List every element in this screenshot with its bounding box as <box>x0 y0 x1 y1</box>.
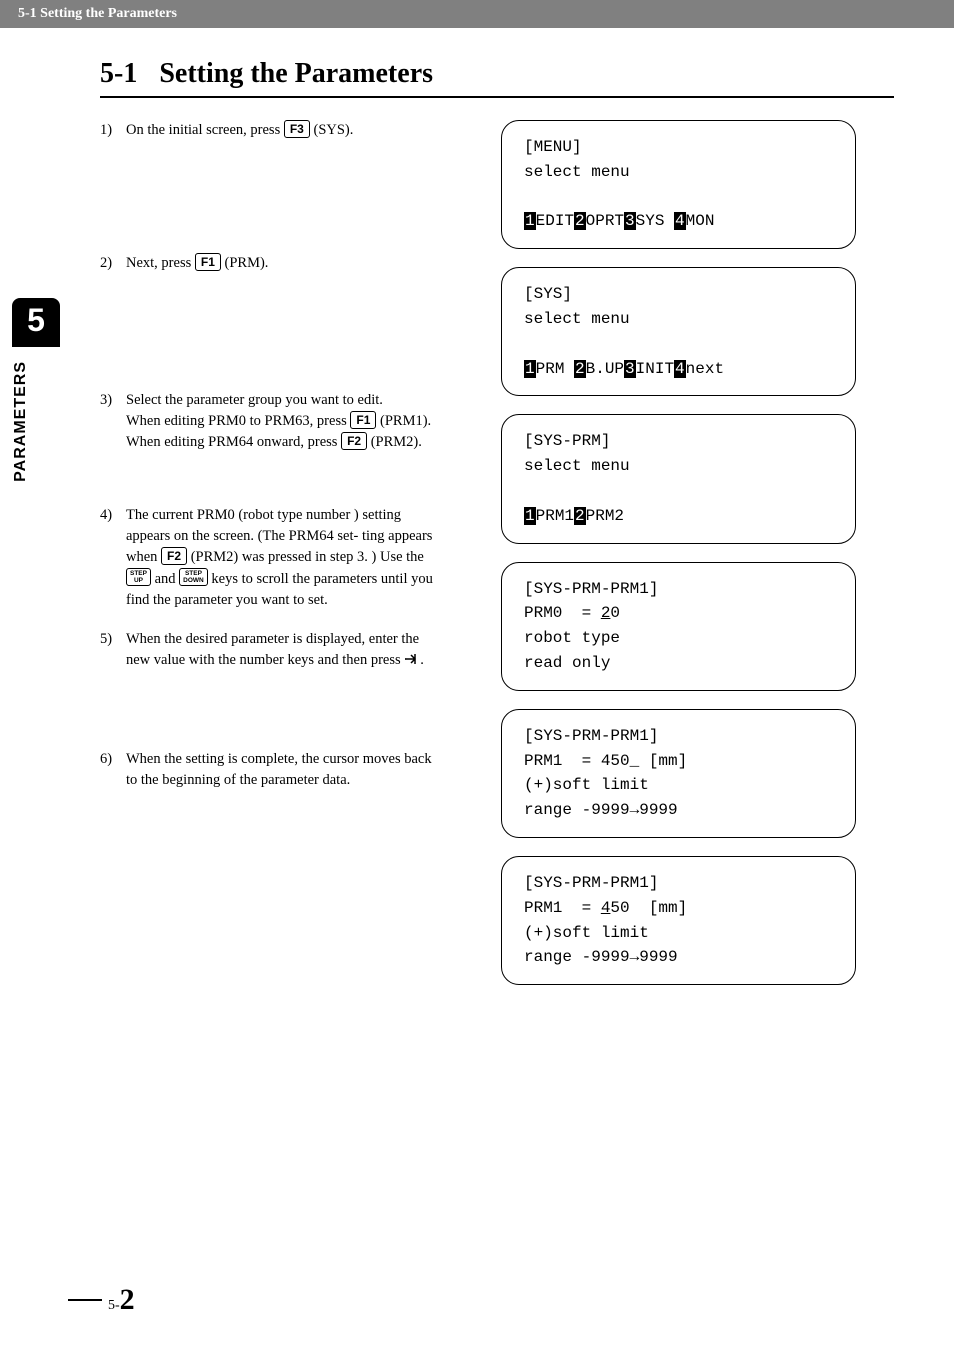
steps-column: 1) On the initial screen, press F3 (SYS)… <box>100 120 440 809</box>
f2-key: F2 <box>161 547 187 565</box>
f1-key: F1 <box>350 411 376 429</box>
f1-key: F1 <box>195 253 221 271</box>
step-6: 6) When the setting is complete, the cur… <box>100 749 440 791</box>
step-up-key: STEPUP <box>126 568 151 586</box>
section-number: 5-1 <box>100 58 137 89</box>
section-name: Setting the Parameters <box>159 58 433 89</box>
section-title: 5-1 Setting the Parameters <box>100 58 894 98</box>
softkey-row: 1PRM12PRM2 <box>524 504 833 529</box>
step-2: 2) Next, press F1 (PRM). <box>100 253 440 274</box>
step-5: 5) When the desired parameter is display… <box>100 629 440 673</box>
step-1: 1) On the initial screen, press F3 (SYS)… <box>100 120 440 141</box>
f2-key: F2 <box>341 432 367 450</box>
lcd-screen-menu: [MENU] select menu 1EDIT2OPRT3SYS 4MON <box>501 120 856 249</box>
f3-key: F3 <box>284 120 310 138</box>
running-header: 5-1 Setting the Parameters <box>0 0 954 28</box>
lcd-screen-prm1-done: [SYS-PRM-PRM1] PRM1 = 450 [mm] (+)soft l… <box>501 856 856 985</box>
lcd-screen-prm0: [SYS-PRM-PRM1] PRM0 = 20 robot type read… <box>501 562 856 691</box>
lcd-screen-sys-prm: [SYS-PRM] select menu 1PRM12PRM2 <box>501 414 856 543</box>
lcd-screen-prm1-edit: [SYS-PRM-PRM1] PRM1 = 450_ [mm] (+)soft … <box>501 709 856 838</box>
lcd-screen-sys: [SYS] select menu 1PRM 2B.UP3INIT4next <box>501 267 856 396</box>
step-3: 3) Select the parameter group you want t… <box>100 390 440 453</box>
page-number: 5-2 <box>68 1283 135 1317</box>
screens-column: [MENU] select menu 1EDIT2OPRT3SYS 4MON [… <box>501 120 856 1003</box>
step-down-key: STEPDOWN <box>179 568 208 586</box>
softkey-row: 1PRM 2B.UP3INIT4next <box>524 357 833 382</box>
enter-arrow-icon <box>404 652 420 673</box>
step-4: 4) The current PRM0 (robot type number )… <box>100 505 440 611</box>
softkey-row: 1EDIT2OPRT3SYS 4MON <box>524 209 833 234</box>
